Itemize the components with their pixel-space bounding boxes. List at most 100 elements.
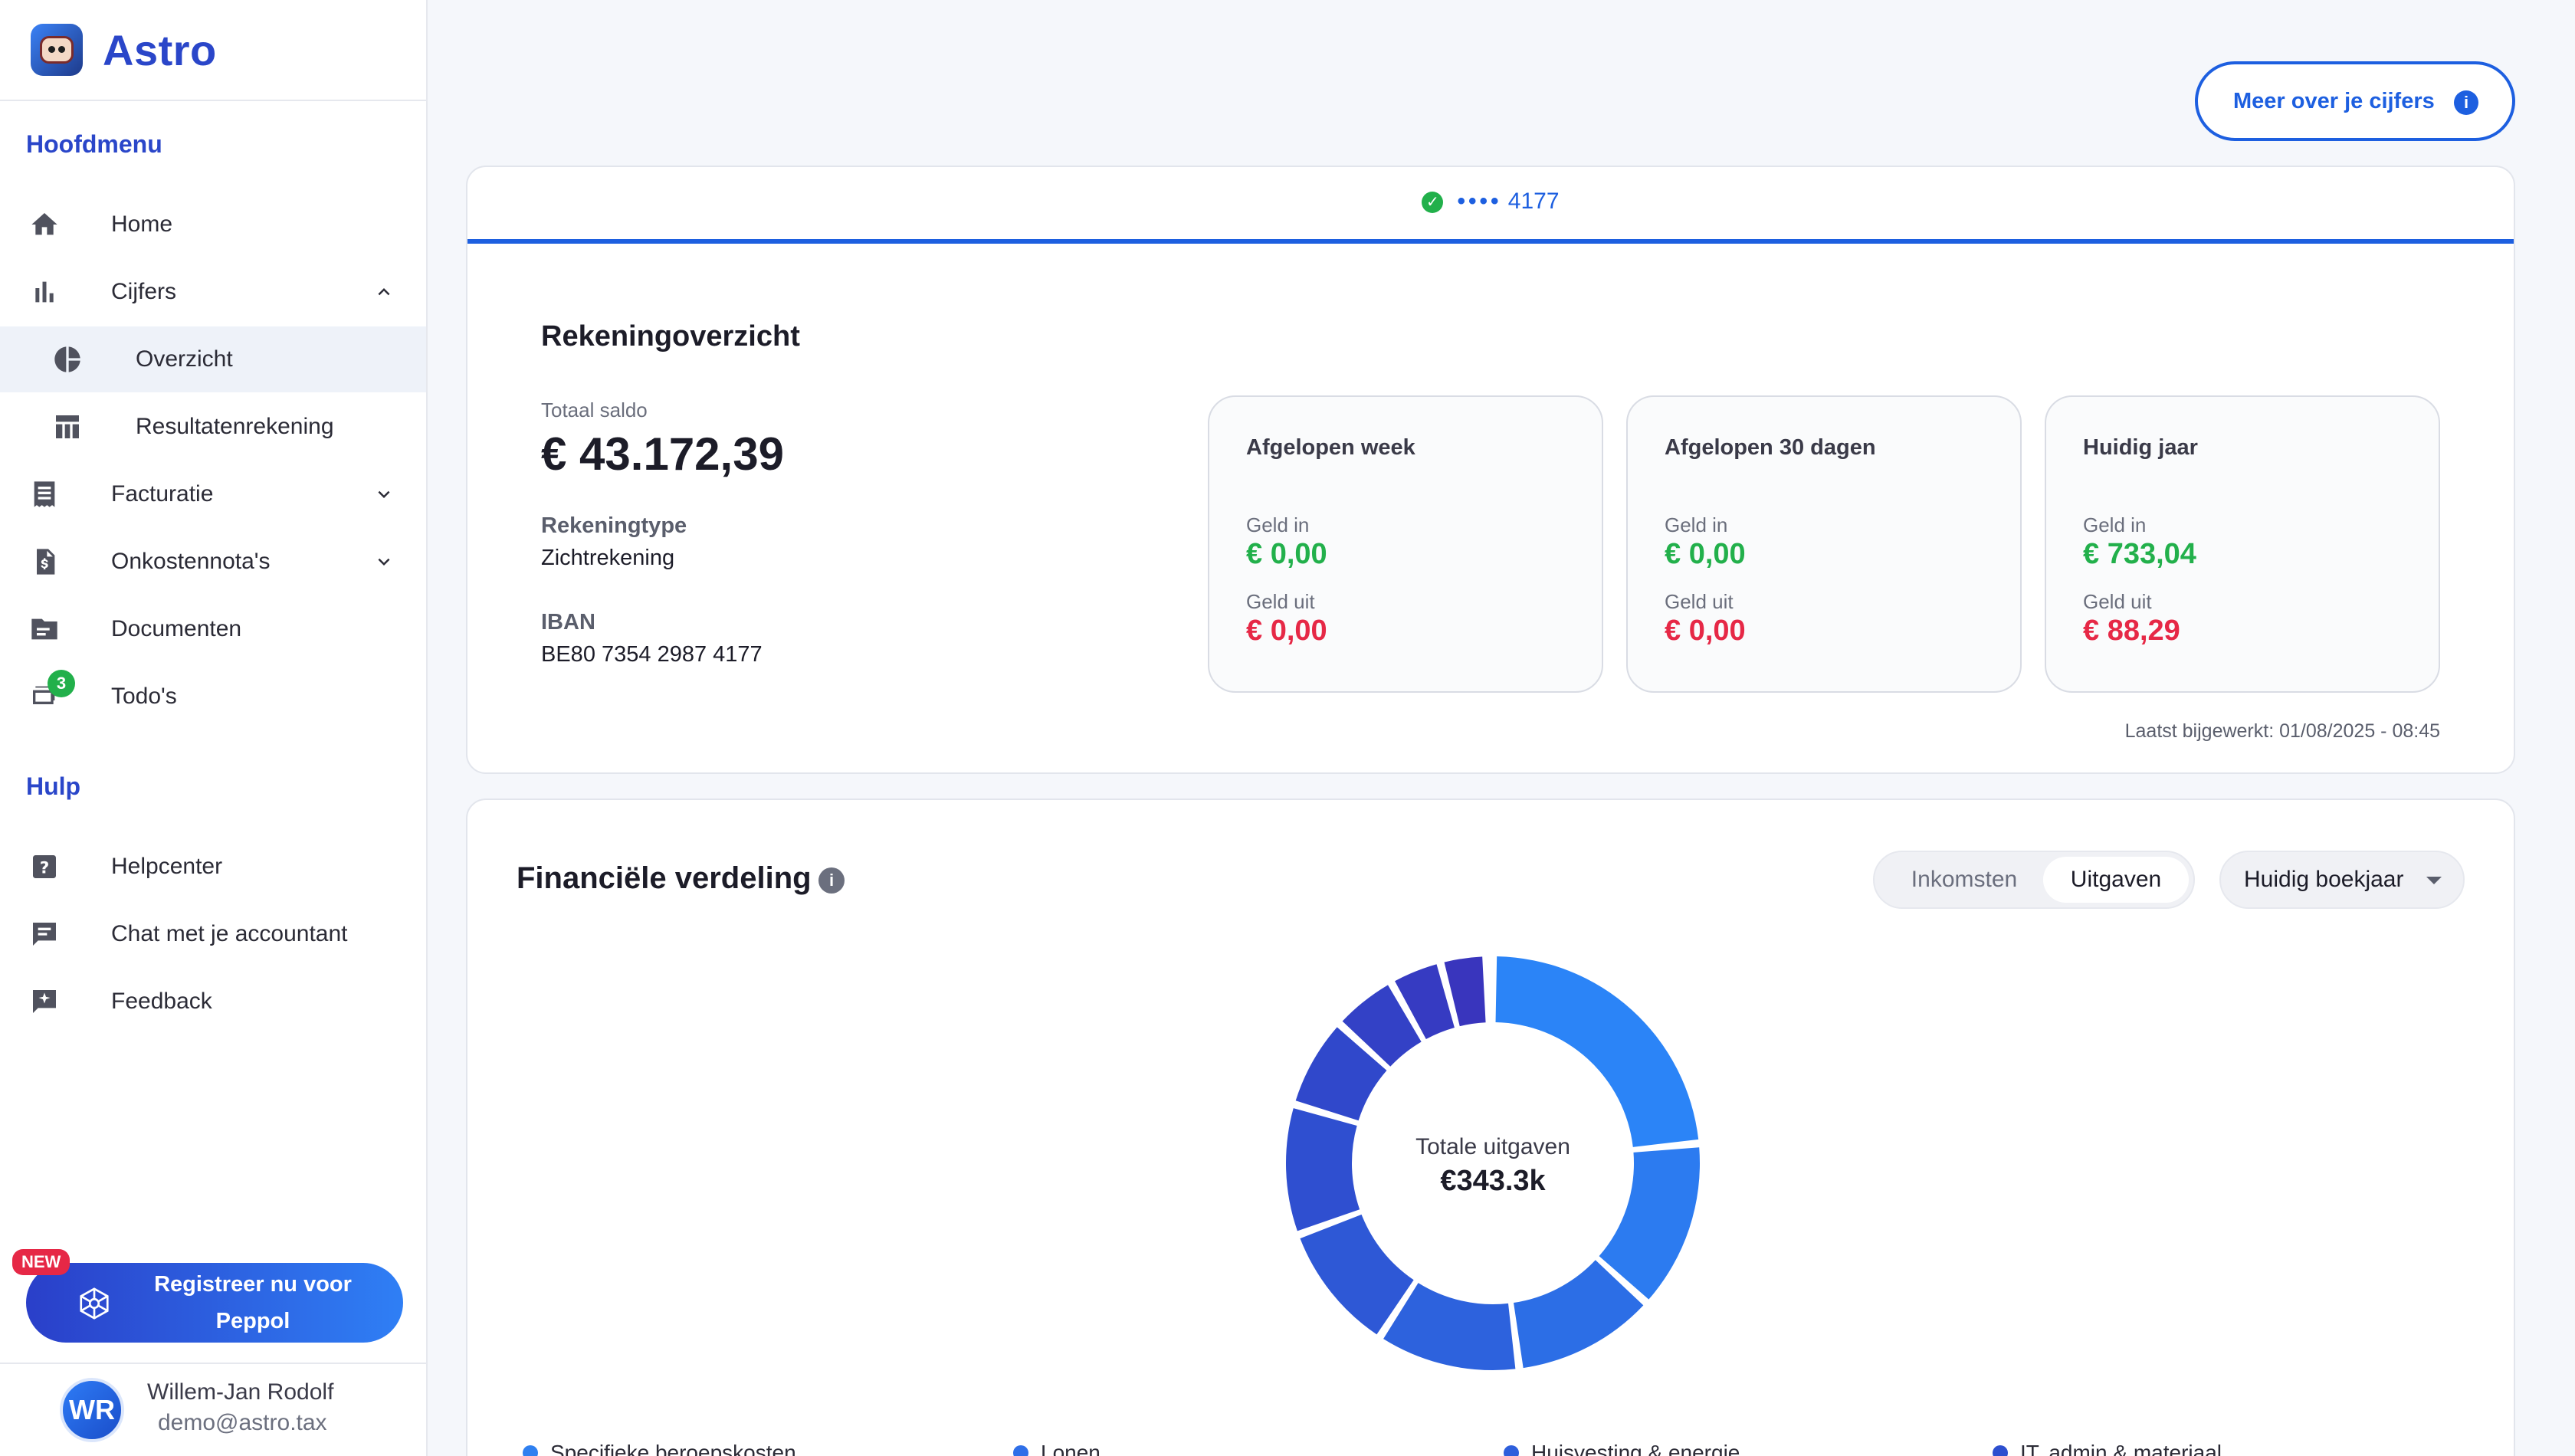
money-in-value: € 0,00 (1665, 538, 1746, 570)
account-number: 4177 (1507, 189, 1560, 214)
legend-label: Specifieke beroepskosten (550, 1441, 796, 1456)
donut-segment[interactable] (1300, 1214, 1414, 1335)
caret-down-icon (2426, 877, 2442, 884)
legend-dot (1013, 1445, 1028, 1456)
sidebar-item-resultatenrekening[interactable]: Resultatenrekening (0, 394, 426, 460)
sidebar-item-chat-accountant[interactable]: Chat met je accountant (0, 901, 426, 967)
legend-item[interactable]: Lonen (1013, 1441, 1101, 1456)
more-about-figures-button[interactable]: Meer over je cijfers i (2195, 61, 2515, 141)
chevron-up-icon[interactable] (372, 280, 395, 303)
donut-segment[interactable] (1383, 1283, 1516, 1370)
period-title: Huidig jaar (2083, 435, 2198, 460)
money-in-label: Geld in (1246, 513, 1310, 536)
legend-dot (1993, 1445, 2008, 1456)
chevron-down-icon[interactable] (372, 483, 395, 506)
expense-donut-chart (1286, 956, 1700, 1370)
sidebar-item-label: Cijfers (111, 279, 177, 304)
todo-count-badge: 3 (48, 670, 75, 697)
bar-chart-icon (29, 277, 60, 307)
brand-header: Astro (0, 0, 426, 101)
donut-center-label: Totale uitgaven (1415, 1134, 1570, 1159)
sidebar-item-home[interactable]: Home (0, 192, 426, 257)
network-icon (80, 1287, 109, 1320)
account-tab[interactable]: ✓ •••• 4177 (467, 189, 2514, 215)
sidebar-item-label: Chat met je accountant (111, 921, 348, 946)
brand-name[interactable]: Astro (103, 25, 217, 75)
sidebar-item-label: Todo's (111, 684, 177, 709)
more-button-label: Meer over je cijfers (2233, 88, 2435, 113)
table-icon (52, 412, 83, 442)
legend-dot (523, 1445, 538, 1456)
legend-item[interactable]: Huisvesting & energie (1504, 1441, 1740, 1456)
new-badge: NEW (12, 1249, 71, 1275)
chevron-down-icon[interactable] (372, 550, 395, 573)
sidebar-item-label: Facturatie (111, 481, 214, 507)
account-title: Rekeningoverzicht (541, 320, 800, 353)
money-out-value: € 0,00 (1665, 615, 1746, 647)
legend-label: IT, admin & materiaal (2020, 1441, 2222, 1456)
svg-text:?: ? (40, 858, 50, 877)
iban-value: BE80 7354 2987 4177 (541, 642, 763, 667)
account-mask: •••• (1457, 189, 1502, 214)
info-icon: i (2454, 90, 2478, 115)
sidebar-item-label: Helpcenter (111, 854, 223, 879)
sidebar-item-todos[interactable]: 3 Todo's (0, 664, 426, 730)
income-expense-toggle: Inkomsten Uitgaven (1873, 851, 2195, 909)
sidebar-item-facturatie[interactable]: Facturatie (0, 461, 426, 527)
receipt-icon (29, 479, 60, 510)
help-icon: ? (29, 851, 60, 882)
sidebar-item-helpcenter[interactable]: ? Helpcenter (0, 834, 426, 900)
help-menu-title: Hulp (26, 772, 81, 800)
account-overview-card: ✓ •••• 4177 Rekeningoverzicht Totaal sald… (466, 166, 2515, 774)
legend-item[interactable]: IT, admin & materiaal (1993, 1441, 2222, 1456)
chat-icon (29, 919, 60, 949)
iban-label: IBAN (541, 610, 595, 635)
info-icon[interactable]: i (818, 867, 845, 894)
account-tab-bar: ✓ •••• 4177 (467, 167, 2514, 244)
sidebar-item-label: Feedback (111, 989, 212, 1014)
financial-title: Financiële verdeling (517, 861, 812, 895)
money-out-value: € 0,00 (1246, 615, 1327, 647)
money-in-label: Geld in (2083, 513, 2147, 536)
donut-segment[interactable] (1495, 956, 1699, 1147)
period-title: Afgelopen week (1246, 435, 1415, 460)
user-profile[interactable]: WR Willem-Jan Rodolf demo@astro.tax (0, 1363, 426, 1456)
account-type-value: Zichtrekening (541, 546, 675, 570)
money-in-value: € 733,04 (2083, 538, 2196, 570)
legend-item[interactable]: Specifieke beroepskosten (523, 1441, 796, 1456)
register-peppol-button[interactable]: Registreer nu voor Peppol (26, 1263, 403, 1343)
toggle-income[interactable]: Inkomsten (1881, 857, 2048, 903)
sidebar: Astro Hoofdmenu Home Cijfers Overzicht R… (0, 0, 428, 1456)
sidebar-item-feedback[interactable]: Feedback (0, 969, 426, 1035)
money-out-value: € 88,29 (2083, 615, 2180, 647)
expense-file-icon (29, 546, 60, 577)
avatar[interactable]: WR (60, 1378, 124, 1442)
sidebar-item-cijfers[interactable]: Cijfers (0, 259, 426, 325)
last-updated: Laatst bijgewerkt: 01/08/2025 - 08:45 (2124, 720, 2440, 742)
period-card-week: Afgelopen week Geld in € 0,00 Geld uit €… (1208, 395, 1603, 693)
user-email: demo@astro.tax (158, 1410, 327, 1435)
period-select[interactable]: Huidig boekjaar (2219, 851, 2465, 909)
pie-chart-icon (52, 344, 83, 375)
toggle-expenses[interactable]: Uitgaven (2043, 857, 2189, 903)
money-in-label: Geld in (1665, 513, 1728, 536)
check-circle-icon: ✓ (1422, 192, 1444, 214)
sidebar-item-label: Overzicht (136, 346, 233, 372)
main-menu-title: Hoofdmenu (26, 130, 162, 158)
astro-logo-icon[interactable] (31, 24, 83, 76)
folder-icon (29, 614, 60, 644)
money-in-value: € 0,00 (1246, 538, 1327, 570)
user-name: Willem-Jan Rodolf (147, 1379, 334, 1405)
money-out-label: Geld uit (1246, 590, 1315, 613)
period-card-year: Huidig jaar Geld in € 733,04 Geld uit € … (2045, 395, 2440, 693)
period-select-value: Huidig boekjaar (2244, 867, 2404, 892)
sidebar-item-label: Resultatenrekening (136, 414, 334, 439)
financial-distribution-card: Financiële verdeling i Inkomsten Uitgave… (466, 799, 2515, 1456)
sidebar-item-onkostennotas[interactable]: Onkostennota's (0, 529, 426, 595)
period-title: Afgelopen 30 dagen (1665, 435, 1876, 460)
sidebar-item-label: Documenten (111, 616, 242, 641)
sidebar-item-documenten[interactable]: Documenten (0, 596, 426, 662)
legend-label: Huisvesting & energie (1531, 1441, 1740, 1456)
sidebar-item-overzicht[interactable]: Overzicht (0, 326, 426, 392)
money-out-label: Geld uit (2083, 590, 2152, 613)
